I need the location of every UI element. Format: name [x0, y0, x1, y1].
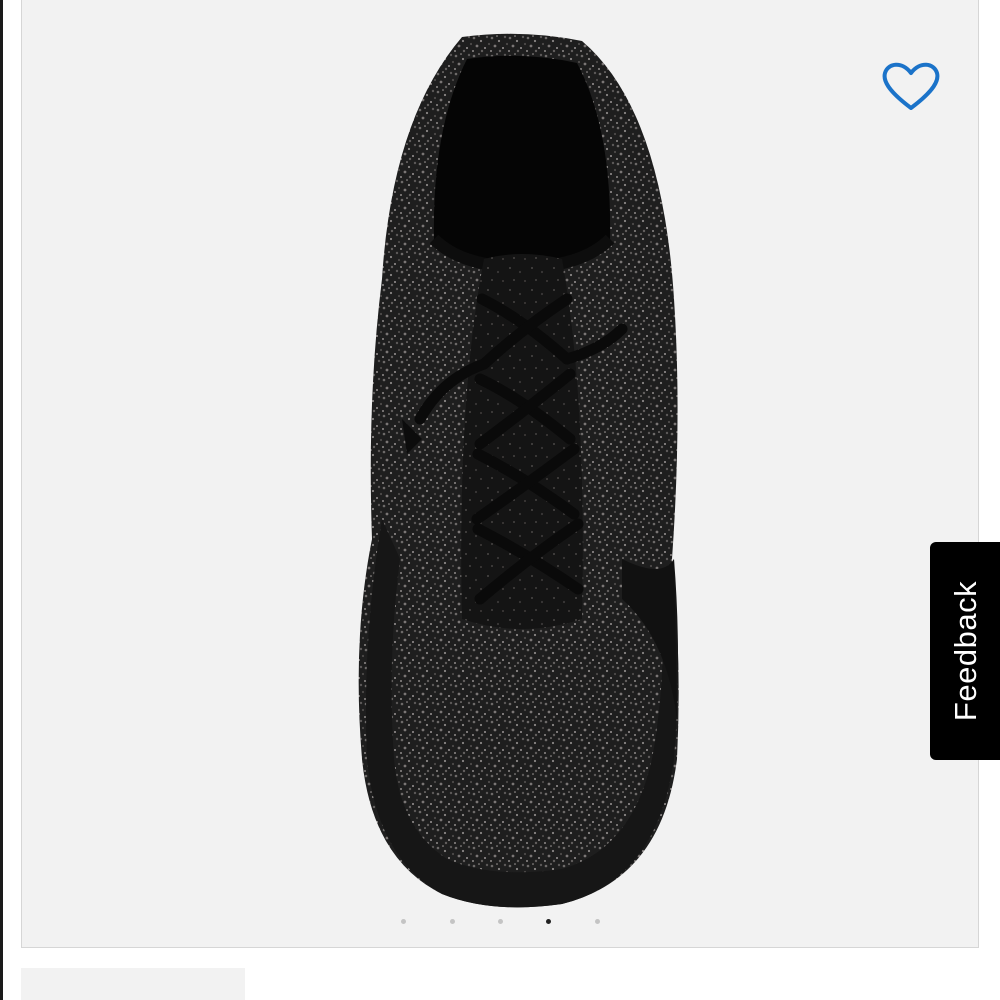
heart-outline-icon [882, 62, 940, 110]
gallery-dot-1[interactable] [401, 919, 406, 924]
gallery-dot-4-active[interactable] [546, 919, 551, 924]
product-image-gallery[interactable] [21, 0, 979, 948]
gallery-dot-2[interactable] [450, 919, 455, 924]
product-image [358, 33, 679, 908]
feedback-tab[interactable]: Feedback [930, 542, 1000, 760]
content-placeholder [21, 968, 245, 1000]
feedback-label: Feedback [948, 580, 984, 722]
gallery-dot-5[interactable] [595, 919, 600, 924]
page-left-border [0, 0, 3, 1000]
favorite-button[interactable] [880, 57, 942, 115]
gallery-dot-3[interactable] [498, 919, 503, 924]
gallery-pagination [0, 919, 1000, 929]
